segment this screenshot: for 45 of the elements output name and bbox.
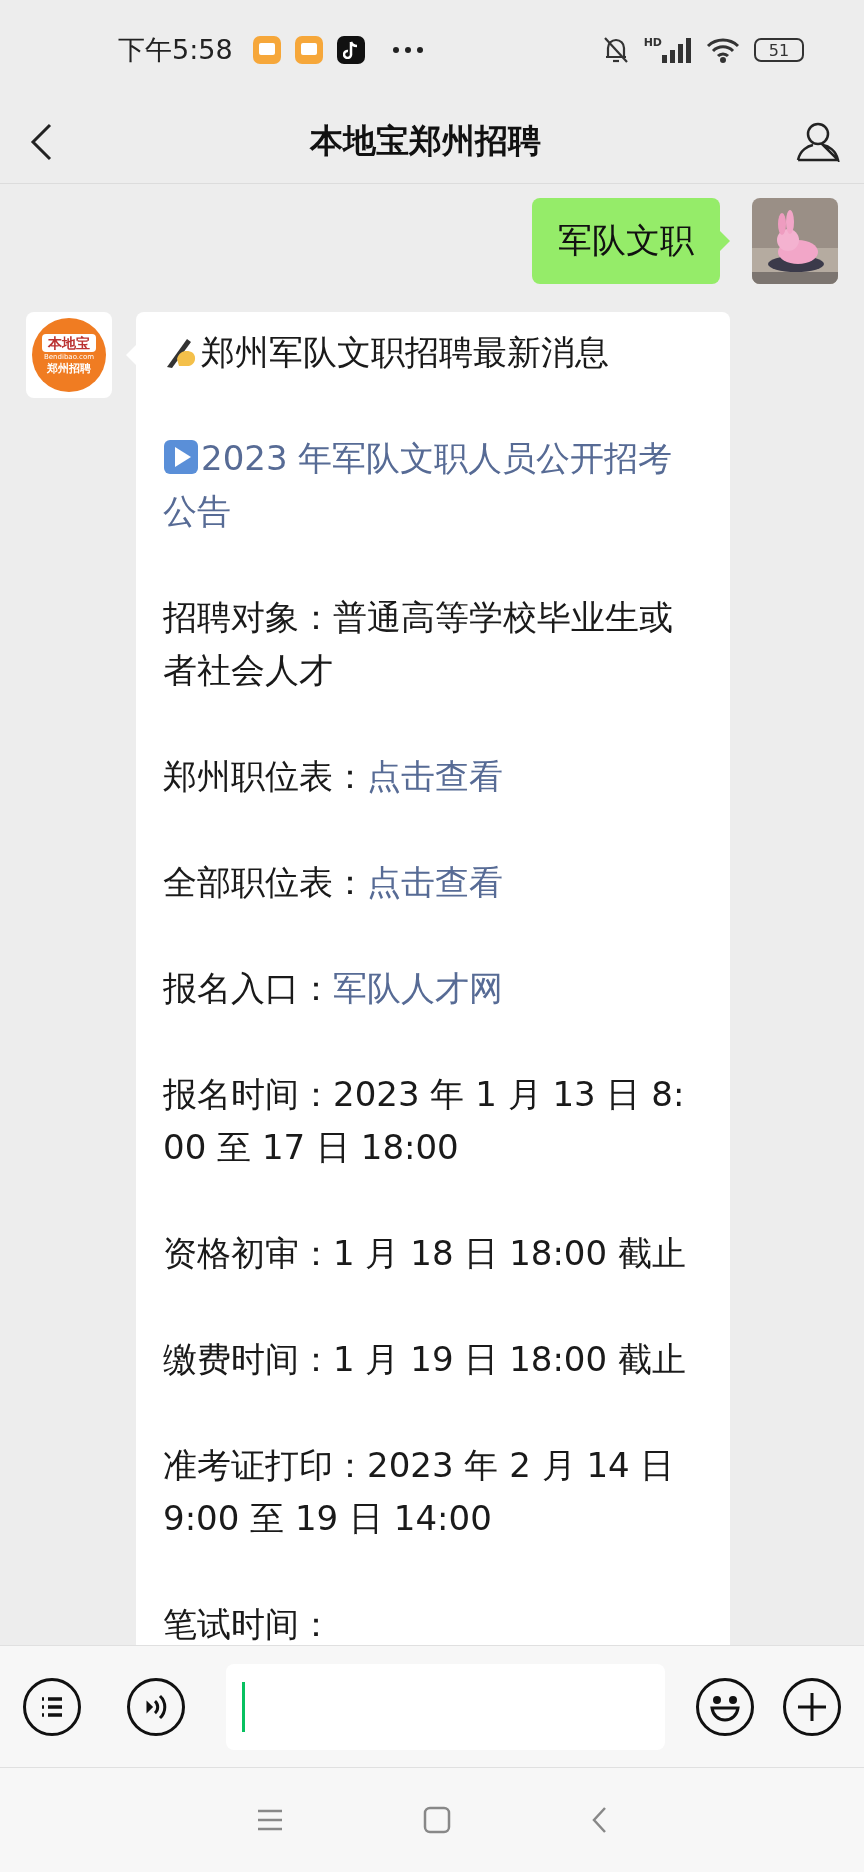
- announcement-link[interactable]: 2023 年军队文职人员公开招考公告: [163, 432, 704, 538]
- signal-icon: [662, 37, 692, 63]
- view-link[interactable]: 点击查看: [367, 862, 503, 902]
- logo-text: 本地宝: [42, 334, 96, 352]
- message-input[interactable]: [226, 1663, 665, 1750]
- emoji-button[interactable]: [695, 1676, 755, 1737]
- message-app-icon: [252, 36, 281, 64]
- music-note-icon: [336, 36, 365, 64]
- plus-icon: [782, 1676, 842, 1737]
- back-button[interactable]: [28, 121, 54, 162]
- field-label: 郑州职位表：: [163, 756, 367, 796]
- voice-icon: [126, 1676, 186, 1737]
- profile-button[interactable]: [796, 121, 840, 162]
- home-button[interactable]: [423, 1806, 451, 1834]
- chat-title: 本地宝郑州招聘: [309, 120, 541, 162]
- list-icon: [22, 1676, 82, 1737]
- voice-button[interactable]: [126, 1676, 186, 1737]
- field-label: 全部职位表：: [163, 862, 367, 902]
- message-text: 资格初审：1 月 18 日 18:00 截止: [163, 1232, 687, 1275]
- bubble-tail: [720, 231, 730, 251]
- nav-back-button[interactable]: [591, 1806, 607, 1834]
- add-button[interactable]: [782, 1676, 842, 1737]
- status-time: 下午5:58: [118, 33, 233, 67]
- recent-apps-button[interactable]: [257, 1809, 283, 1831]
- text-cursor: [242, 1681, 245, 1732]
- message-text: 招聘对象：普通高等学校毕业生或者社会人才: [163, 596, 674, 692]
- field-label: 报名入口：: [163, 968, 333, 1008]
- smiley-icon: [695, 1676, 755, 1737]
- sent-message: 军队文职: [532, 198, 720, 284]
- message-app-icon: [294, 36, 323, 64]
- more-icon: [392, 47, 423, 53]
- message-text: 缴费时间：1 月 19 日 18:00 截止: [163, 1338, 687, 1381]
- message-text: 笔试时间：: [163, 1603, 334, 1645]
- message-text: 准考证打印：2023 年 2 月 14 日 9:00 至 19 日 14:00: [163, 1444, 676, 1540]
- view-link[interactable]: 点击查看: [367, 756, 503, 796]
- logo-subtitle: 郑州招聘: [47, 362, 91, 376]
- wifi-icon: [706, 37, 740, 63]
- message-title: 郑州军队文职招聘最新消息: [163, 326, 704, 379]
- message-text: 报名时间：2023 年 1 月 13 日 8:00 至 17 日 18:00: [163, 1073, 686, 1169]
- menu-button[interactable]: [22, 1676, 82, 1737]
- play-icon: [163, 439, 199, 475]
- muted-bell-icon: [601, 35, 630, 65]
- battery-indicator: 51: [754, 38, 804, 62]
- network-label: HD: [643, 36, 662, 49]
- view-link[interactable]: 军队人才网: [333, 968, 503, 1008]
